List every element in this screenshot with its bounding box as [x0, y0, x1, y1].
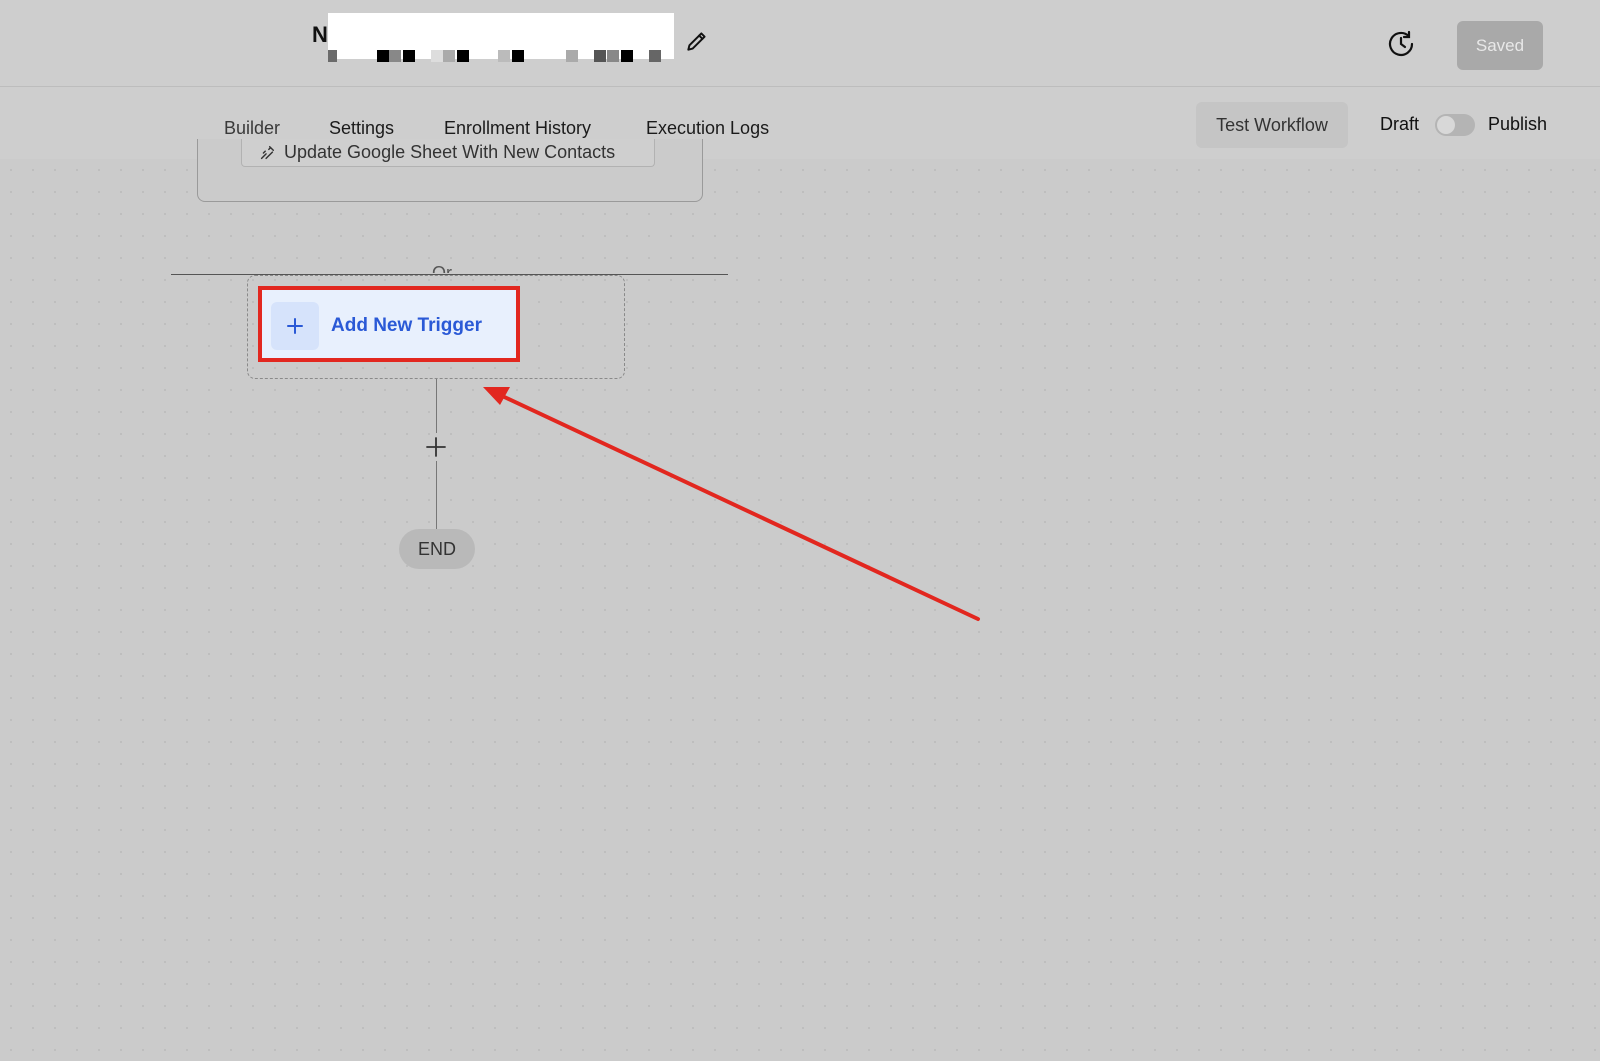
saved-button[interactable]: Saved [1457, 21, 1543, 70]
add-step-plus-icon[interactable] [424, 435, 448, 459]
version-history-icon[interactable] [1385, 28, 1417, 60]
workflow-name[interactable]: N [312, 22, 328, 48]
connector-line-top [436, 379, 437, 433]
add-new-trigger-button[interactable]: Add New Trigger [258, 286, 520, 362]
tab-enrollment-history[interactable]: Enrollment History [444, 118, 591, 139]
integration-icon [260, 145, 275, 159]
workflow-name-redaction [328, 13, 674, 62]
trigger-chip[interactable]: Update Google Sheet With New Contacts [241, 139, 655, 167]
publish-toggle[interactable] [1435, 114, 1475, 136]
publish-label: Publish [1488, 114, 1548, 134]
connector-line-bottom [436, 461, 437, 529]
trigger-card[interactable]: Update Google Sheet With New Contacts [197, 139, 703, 202]
toggle-knob [1437, 116, 1455, 134]
add-trigger-label: Add New Trigger [331, 315, 482, 336]
plus-icon [287, 318, 303, 334]
or-label: Or [426, 259, 458, 273]
tab-execution-logs[interactable]: Execution Logs [646, 118, 769, 139]
add-trigger-plus-box [271, 302, 319, 350]
draft-label: Draft [1380, 114, 1420, 134]
trigger-label: Update Google Sheet With New Contacts [284, 142, 616, 162]
top-header: N Saved [0, 0, 1600, 87]
tab-settings[interactable]: Settings [329, 118, 394, 139]
pencil-icon[interactable] [684, 28, 710, 54]
workflow-canvas[interactable]: Update Google Sheet With New Contacts Or… [0, 139, 1600, 1061]
tab-builder[interactable]: Builder [224, 118, 280, 139]
end-node: END [399, 529, 475, 569]
end-label: END [417, 538, 456, 559]
test-workflow-button[interactable]: Test Workflow [1196, 102, 1348, 148]
